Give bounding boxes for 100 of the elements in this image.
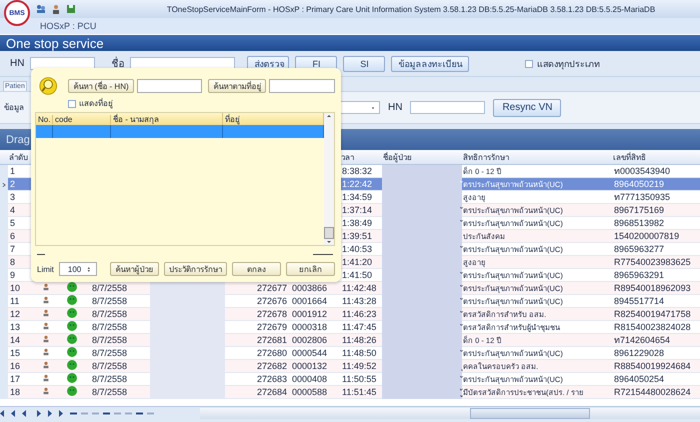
- table-cell-text: 8/7/2558: [91, 296, 128, 307]
- table-cell-text: 11:46:23: [341, 309, 378, 320]
- table-cell-text: R82540019471758: [613, 309, 692, 320]
- table-cell-text: 8: [9, 257, 16, 268]
- filter-label: ข้อมูล: [4, 102, 24, 114]
- scrollbar-thumb[interactable]: [324, 227, 334, 239]
- table-cell-text: 8961229028: [613, 348, 666, 359]
- table-cell-text: R88540019924684: [613, 361, 692, 372]
- table-cell-text: 8/7/2558: [91, 361, 128, 372]
- table-cell-text: 8/7/2558: [91, 283, 128, 294]
- horizontal-scrollbar[interactable]: [200, 408, 700, 419]
- person-icon[interactable]: [51, 4, 61, 14]
- table-cell-text: 8968513982: [613, 218, 666, 229]
- table-cell-text: 12: [9, 309, 22, 320]
- people-icon[interactable]: [36, 4, 46, 14]
- column-header[interactable]: สิทธิการรักษา: [462, 152, 612, 162]
- table-cell-text: 8/7/2558: [91, 335, 128, 346]
- table-cell-text: 1540200007819: [613, 231, 680, 242]
- table-cell-text: R77540023983625: [613, 257, 692, 268]
- table-cell-text: 3: [9, 192, 16, 203]
- table-cell-text: 0000318: [291, 322, 328, 333]
- table-cell-text: 0000544: [291, 348, 328, 359]
- smiley-icon: [67, 386, 77, 396]
- table-cell-text: 16: [9, 361, 22, 372]
- limit-spinner[interactable]: 100: [58, 262, 97, 276]
- smiley-icon: [67, 334, 77, 344]
- table-cell-text: 8/7/2558: [91, 387, 128, 398]
- table-cell-text: 11:48:26: [341, 335, 378, 346]
- app-label: HOSxP : PCU: [40, 21, 96, 31]
- column-header[interactable]: ลำดับ: [8, 152, 30, 162]
- person-icon: [42, 387, 50, 395]
- popup-button[interactable]: ค้นหาผู้ป่วย: [110, 262, 159, 276]
- column-header[interactable]: code: [53, 115, 111, 124]
- smiley-icon: [67, 295, 77, 305]
- table-cell-text: ท7142604654: [613, 335, 672, 346]
- table-cell-text: 11:42:48: [341, 283, 378, 294]
- spin-arrows-icon: [86, 264, 93, 274]
- popup-button[interactable]: ตกลง: [232, 262, 281, 276]
- table-cell-text: 0001912: [291, 309, 328, 320]
- table-cell-text: 1:37:14: [341, 205, 374, 216]
- table-cell-text: 11:49:52: [341, 361, 378, 372]
- smiley-icon: [67, 321, 77, 331]
- person-icon: [42, 335, 50, 343]
- smiley-icon: [67, 282, 77, 292]
- table-cell-text: 4: [9, 205, 16, 216]
- table-cell-text: R72154480028624: [613, 387, 692, 398]
- table-cell-text: 0001664: [291, 296, 328, 307]
- resync-button[interactable]: Resync VN: [493, 98, 562, 116]
- group-panel-text: Drag: [6, 134, 30, 146]
- column-header[interactable]: No.: [36, 115, 53, 124]
- table-cell-text: 1:39:51: [341, 231, 374, 242]
- table-cell-text: 8964050219: [613, 179, 666, 190]
- save-icon[interactable]: [66, 4, 76, 14]
- table-cell-text: 11:47:45: [341, 322, 378, 333]
- table-cell-text: 8967175169: [613, 205, 666, 216]
- show-all-checkbox[interactable]: [525, 60, 533, 68]
- table-cell-text: 8964050254: [613, 374, 666, 385]
- table-cell-text: 8/7/2558: [91, 309, 128, 320]
- table-cell-text: 1:22:42: [341, 179, 374, 190]
- form-title: One stop service: [6, 36, 104, 50]
- row-pointer-icon: [1, 180, 7, 188]
- vertical-scrollbar[interactable]: [324, 113, 334, 245]
- window-title: TOneStopServiceMainForm - HOSxP : Primary Care Unit Information System 3.58.1.23 DB:5.5.25-MariaDB 3.58.1.23 DB:5.5.25-MariaDB: [166, 4, 656, 14]
- table-cell-text: 11:43:28: [341, 296, 378, 307]
- table-cell-text: 0000588: [291, 387, 328, 398]
- table-cell-text: 11:51:45: [341, 387, 378, 398]
- popup-button[interactable]: ยกเลิก: [286, 262, 335, 276]
- person-icon: [42, 309, 50, 317]
- person-icon: [42, 348, 50, 356]
- address-field[interactable]: [269, 79, 335, 93]
- column-header[interactable]: เลขที่สิทธิ: [612, 152, 700, 162]
- address-search-button[interactable]: ค้นหาตามที่อยู่: [208, 79, 266, 93]
- toolbar-button[interactable]: SI: [343, 56, 386, 72]
- table-cell-text: 1: [9, 166, 16, 177]
- table-cell-text: 272679: [256, 322, 288, 333]
- table-cell-text: 1:41:20: [341, 257, 374, 268]
- caret-icon: [370, 104, 376, 110]
- smiley-icon: [67, 347, 77, 357]
- table-cell-text: 14: [9, 335, 22, 346]
- hn-label: HN: [10, 58, 24, 69]
- person-icon: [42, 374, 50, 382]
- search-name-button[interactable]: ค้นหา (ชื่อ - HN): [68, 79, 134, 93]
- hn-field[interactable]: [410, 101, 486, 114]
- table-cell-text: 1:34:59: [341, 192, 374, 203]
- smiley-icon: [67, 373, 77, 383]
- search-field[interactable]: [136, 79, 202, 93]
- column-header[interactable]: ชื่อผู้ป่วย: [382, 152, 462, 162]
- table-cell-text: 13: [9, 322, 22, 333]
- table-cell-text: 272684: [256, 387, 288, 398]
- show-address-checkbox[interactable]: [68, 100, 76, 108]
- table-cell-text: 1:41:50: [341, 270, 374, 281]
- toolbar-button[interactable]: ข้อมูลลงทะเบียน: [391, 56, 470, 72]
- table-cell-text: 272683: [256, 374, 288, 385]
- table-cell-text: 8945517714: [613, 296, 666, 307]
- table-cell-text: 10: [9, 283, 22, 294]
- table-cell-text: 272680: [256, 348, 288, 359]
- column-header[interactable]: วลา: [340, 152, 382, 162]
- table-cell-text: 1:38:49: [341, 218, 374, 229]
- table-cell-text: 8:38:32: [341, 166, 374, 177]
- popup-button[interactable]: ประวัติการรักษา: [164, 262, 227, 276]
